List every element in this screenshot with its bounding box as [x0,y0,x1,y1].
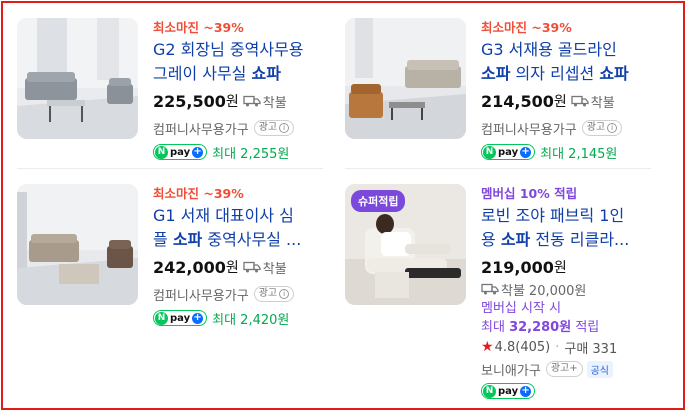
price-row: 219,000 원 [481,255,656,279]
npay-row: Npay + 최대 2,420원 [153,308,328,328]
plus-icon: + [520,146,532,158]
truck-icon [571,95,589,107]
currency: 원 [553,94,567,110]
info-icon: i [279,123,290,133]
membership-promo: 멤버십 10% 적립 [481,186,578,201]
currency: 원 [225,94,239,110]
npay-badge: Npay + [153,144,208,160]
currency: 원 [553,260,567,276]
shipping-label: 착불 [262,95,287,111]
rating-row: ★ 4.8 (405) · 구매 331 [481,337,656,357]
ad-badge[interactable]: 광고 i [253,120,295,136]
naver-n-icon: N [155,145,168,159]
row-divider [345,168,651,169]
truck-icon [243,95,261,107]
npay-badge: Npay + [481,144,536,160]
shipping-label: 착불 [501,283,525,299]
info-icon: i [279,289,290,299]
naver-n-icon: N [483,384,496,398]
naver-n-icon: N [155,311,168,325]
npay-row: Npay + 최대 2,145원 [481,142,656,162]
membership-start[interactable]: 멤버십 시작 시 [481,299,656,318]
truck-icon [481,283,499,295]
seller-name[interactable]: 보니애가구 [481,360,541,379]
star-icon: ★ [481,339,494,355]
info-icon: i [607,123,618,133]
product-image[interactable] [17,184,138,305]
purchase-count: 구매 331 [564,341,618,357]
official-tag: 공식 [586,360,613,378]
product-title-line1[interactable]: G1 서재 대표이사 심 [153,204,328,228]
naver-n-icon: N [483,145,496,159]
ad-badge[interactable]: 광고+ [545,361,583,377]
product-card[interactable]: 슈퍼적립 멤버십 10% 적립 로빈 조야 패브릭 1인 용 소파 전동 리클라… [345,184,656,401]
product-title[interactable]: 로빈 조야 패브릭 1인 용 소파 전동 리클라... [481,204,656,252]
npay-row: Npay + [481,381,656,401]
price: 242,000 [153,257,226,277]
currency: 원 [225,260,239,276]
truck-icon [243,261,261,273]
price: 219,000 [481,257,554,277]
shipping-label: 착불 [590,95,615,111]
membership-max: 최대 32,280원 적립 [481,320,600,335]
product-image[interactable]: 슈퍼적립 [345,184,466,305]
ad-badge[interactable]: 광고 i [253,286,295,302]
product-card[interactable]: 최소마진 ~39% G2 회장님 중역사무용 그레이 사무실 쇼파 225,50… [17,18,328,162]
review-count[interactable]: (405) [515,340,550,355]
product-title-line2[interactable]: 용 소파 전동 리클라... [481,228,656,252]
product-card[interactable]: 최소마진 ~39% G3 서재용 골드라인 소파 의자 리셉션 쇼파 214,5… [345,18,656,162]
promo-label: 최소마진 ~39% [153,20,244,35]
shipping-fee: 20,000원 [528,283,587,299]
plus-icon: + [520,385,532,397]
rating-value: 4.8 [494,339,516,355]
super-reward-badge: 슈퍼적립 [351,190,406,212]
promo-label: 최소마진 ~39% [481,20,572,35]
shipping-label: 착불 [262,261,287,277]
seller-name[interactable]: 컴퍼니사무용가구 [153,285,249,304]
product-title-line2[interactable]: 플 소파 중역사무실 ... [153,228,328,252]
npay-row: Npay + 최대 2,255원 [153,142,328,162]
price-row: 225,500 원 착불 [153,89,328,113]
product-card[interactable]: 최소마진 ~39% G1 서재 대표이사 심 플 소파 중역사무실 ... 24… [17,184,328,328]
separator-dot: · [555,339,560,355]
plus-icon: + [192,146,204,158]
price: 225,500 [153,91,226,111]
seller-name[interactable]: 컴퍼니사무용가구 [153,119,249,138]
npay-badge: Npay + [481,383,536,399]
seller-row: 컴퍼니사무용가구 광고 i [153,118,328,138]
product-image[interactable] [345,18,466,139]
seller-row: 컴퍼니사무용가구 광고 i [153,284,328,304]
product-title[interactable]: G3 서재용 골드라인 소파 의자 리셉션 쇼파 [481,38,656,86]
product-title-line1[interactable]: G2 회장님 중역사무용 [153,38,328,62]
npay-badge: Npay + [153,310,208,326]
price-row: 242,000 원 착불 [153,255,328,279]
promo-label: 최소마진 ~39% [153,186,244,201]
price-row: 214,500 원 착불 [481,89,656,113]
ad-badge[interactable]: 광고 i [581,120,623,136]
npay-points: 최대 2,255원 [212,146,290,162]
product-title-line1[interactable]: G3 서재용 골드라인 [481,38,656,62]
product-title-line2[interactable]: 소파 의자 리셉션 쇼파 [481,62,656,86]
price: 214,500 [481,91,554,111]
product-title[interactable]: G1 서재 대표이사 심 플 소파 중역사무실 ... [153,204,328,252]
shipping-row: 착불 20,000원 [481,279,656,299]
npay-points: 최대 2,420원 [212,312,290,328]
row-divider [17,168,323,169]
npay-points: 최대 2,145원 [540,146,618,162]
plus-icon: + [192,312,204,324]
seller-name[interactable]: 컴퍼니사무용가구 [481,119,577,138]
product-title[interactable]: G2 회장님 중역사무용 그레이 사무실 쇼파 [153,38,328,86]
product-image[interactable] [17,18,138,139]
seller-row: 컴퍼니사무용가구 광고 i [481,118,656,138]
seller-row: 보니애가구 광고+ 공식 [481,359,656,379]
product-title-line2[interactable]: 그레이 사무실 쇼파 [153,62,328,86]
product-title-line1[interactable]: 로빈 조야 패브릭 1인 [481,204,656,228]
